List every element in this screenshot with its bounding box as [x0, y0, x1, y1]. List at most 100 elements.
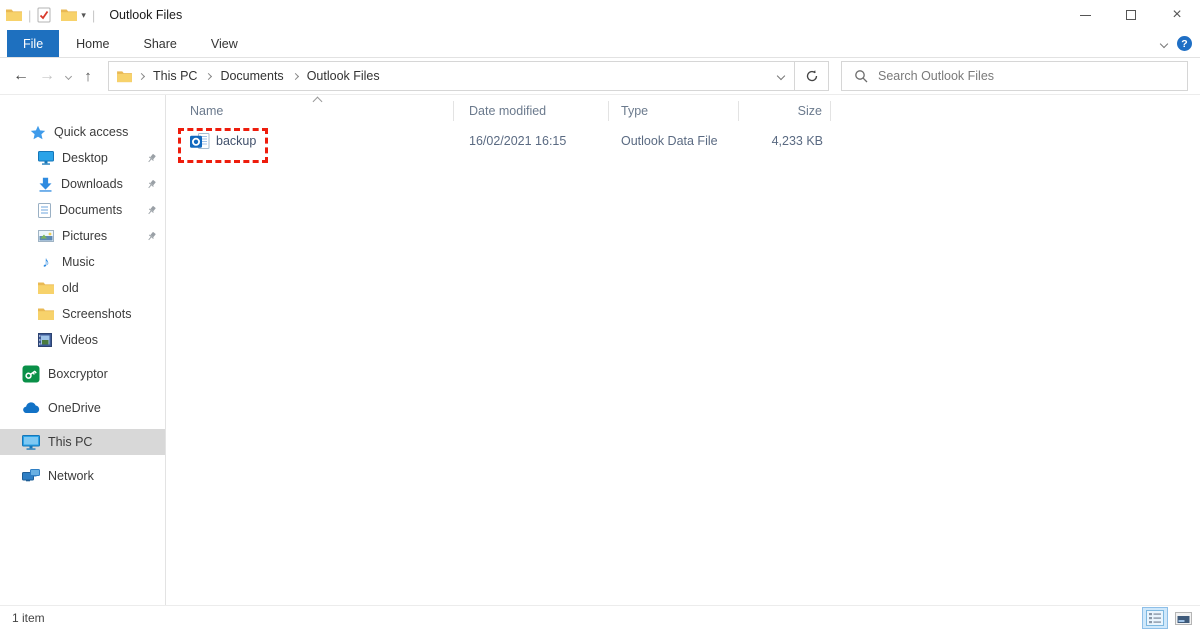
divider: |	[28, 7, 32, 23]
tab-home[interactable]: Home	[59, 30, 126, 57]
search-placeholder: Search Outlook Files	[878, 69, 995, 83]
tab-view[interactable]: View	[194, 30, 255, 57]
star-icon	[30, 125, 46, 140]
breadcrumb-outlook-files[interactable]: Outlook Files	[303, 69, 384, 83]
folder-icon	[38, 281, 54, 295]
sidebar-item-desktop[interactable]: Desktop	[0, 145, 165, 171]
sidebar-item-pictures[interactable]: Pictures	[0, 223, 165, 249]
window-title: Outlook Files	[109, 8, 183, 22]
file-name: backup	[216, 134, 257, 148]
details-view-button[interactable]	[1142, 607, 1168, 629]
sidebar-item-downloads[interactable]: Downloads	[0, 171, 165, 197]
search-icon	[854, 69, 868, 83]
breadcrumb-separator-icon	[137, 72, 146, 80]
sidebar-item-screenshots[interactable]: Screenshots	[0, 301, 165, 327]
sidebar-item-network[interactable]: Network	[0, 463, 165, 489]
outlook-data-file-icon	[190, 132, 210, 150]
network-icon	[22, 469, 40, 483]
sidebar-item-label: Documents	[59, 203, 123, 217]
tab-file[interactable]: File	[7, 30, 60, 57]
ribbon-tab-bar: File Home Share View ?	[0, 30, 1200, 58]
search-box[interactable]: Search Outlook Files	[841, 61, 1188, 91]
details-view-icon	[1146, 610, 1164, 626]
forward-button[interactable]: →	[34, 68, 60, 84]
desktop-icon	[38, 151, 54, 165]
close-icon: ×	[1172, 6, 1182, 23]
divider: |	[91, 7, 96, 23]
file-name-cell[interactable]: backup	[184, 132, 454, 150]
pin-icon[interactable]	[146, 153, 157, 164]
sidebar-item-boxcryptor[interactable]: Boxcryptor	[0, 361, 165, 387]
close-button[interactable]: ×	[1154, 0, 1200, 30]
breadcrumb-separator-icon	[205, 72, 213, 80]
sidebar-item-label: Desktop	[62, 151, 108, 165]
navigation-toolbar: ← → ↑ This PC Documents Outlook Files Se…	[0, 58, 1200, 95]
address-bar[interactable]: This PC Documents Outlook Files	[108, 61, 829, 91]
up-button[interactable]: ↑	[76, 69, 100, 84]
file-size: 4,233 KB	[771, 134, 823, 148]
column-header-type[interactable]: Type	[609, 100, 739, 121]
window-controls: ×	[1062, 0, 1200, 30]
minimize-button[interactable]	[1062, 0, 1108, 30]
downloads-icon	[38, 177, 53, 192]
column-header-row: Name Date modified Type Size	[166, 95, 1200, 126]
breadcrumb-documents[interactable]: Documents	[216, 69, 287, 83]
pin-icon[interactable]	[146, 205, 157, 216]
column-header-size[interactable]: Size	[739, 100, 831, 121]
tab-share[interactable]: Share	[127, 30, 194, 57]
navigation-pane: Quick access Desktop Downloads Documents…	[0, 95, 166, 605]
address-dropdown-icon[interactable]	[768, 62, 794, 90]
sidebar-item-label: OneDrive	[48, 401, 101, 415]
sidebar-item-documents[interactable]: Documents	[0, 197, 165, 223]
back-button[interactable]: ←	[8, 68, 34, 84]
sidebar-item-label: Screenshots	[62, 307, 132, 321]
large-icons-view-button[interactable]	[1170, 607, 1196, 629]
sidebar-item-label: Music	[62, 255, 95, 269]
column-header-date-modified[interactable]: Date modified	[454, 100, 609, 121]
sidebar-item-videos[interactable]: Videos	[0, 327, 165, 353]
this-pc-icon	[22, 434, 40, 450]
music-icon: ♪	[42, 253, 50, 271]
folder-icon	[38, 307, 54, 321]
toolbar-dropdown-icon[interactable]: ▾	[81, 10, 86, 21]
sidebar-item-quick-access[interactable]: Quick access	[0, 119, 165, 145]
sidebar-item-label: Downloads	[61, 177, 123, 191]
folder-icon[interactable]	[117, 70, 132, 83]
sidebar-item-music[interactable]: ♪ Music	[0, 249, 165, 275]
sidebar-item-this-pc[interactable]: This PC	[0, 429, 165, 455]
documents-icon	[38, 202, 51, 218]
sidebar-item-label: Pictures	[62, 229, 108, 243]
sidebar-item-label: old	[62, 281, 79, 295]
item-count: 1 item	[12, 610, 45, 625]
file-type: Outlook Data File	[621, 134, 718, 148]
sidebar-item-label: Network	[48, 469, 94, 483]
videos-icon	[38, 333, 52, 347]
refresh-button[interactable]	[795, 62, 828, 90]
maximize-button[interactable]	[1108, 0, 1154, 30]
breadcrumb: This PC Documents Outlook Files	[109, 69, 768, 83]
folder-icon	[6, 8, 22, 22]
breadcrumb-this-pc[interactable]: This PC	[149, 69, 201, 83]
help-icon[interactable]: ?	[1177, 36, 1192, 51]
onedrive-icon	[22, 402, 40, 414]
sidebar-item-onedrive[interactable]: OneDrive	[0, 395, 165, 421]
sidebar-item-label: This PC	[48, 435, 93, 449]
sidebar-item-label: Boxcryptor	[48, 367, 108, 381]
sidebar-item-old[interactable]: old	[0, 275, 165, 301]
pin-icon[interactable]	[146, 231, 157, 242]
ribbon-collapse-icon[interactable]	[1159, 39, 1169, 48]
refresh-icon	[806, 70, 817, 82]
minimize-icon	[1079, 14, 1091, 16]
quick-access-check-icon[interactable]	[37, 7, 51, 23]
pin-icon[interactable]	[146, 179, 157, 190]
recent-locations-icon[interactable]	[60, 72, 76, 80]
file-row-backup[interactable]: backup 16/02/2021 16:15 Outlook Data Fil…	[166, 126, 1200, 156]
folder-icon[interactable]	[61, 8, 78, 22]
pictures-icon	[38, 230, 54, 242]
maximize-icon	[1126, 10, 1136, 20]
sidebar-item-label: Quick access	[54, 125, 129, 139]
file-list: Name Date modified Type Size backup 16/0…	[166, 95, 1200, 605]
status-bar: 1 item	[0, 605, 1200, 629]
boxcryptor-icon	[22, 365, 40, 383]
explorer-window: | ▾ | Outlook Files × File Home Share Vi…	[0, 0, 1200, 629]
